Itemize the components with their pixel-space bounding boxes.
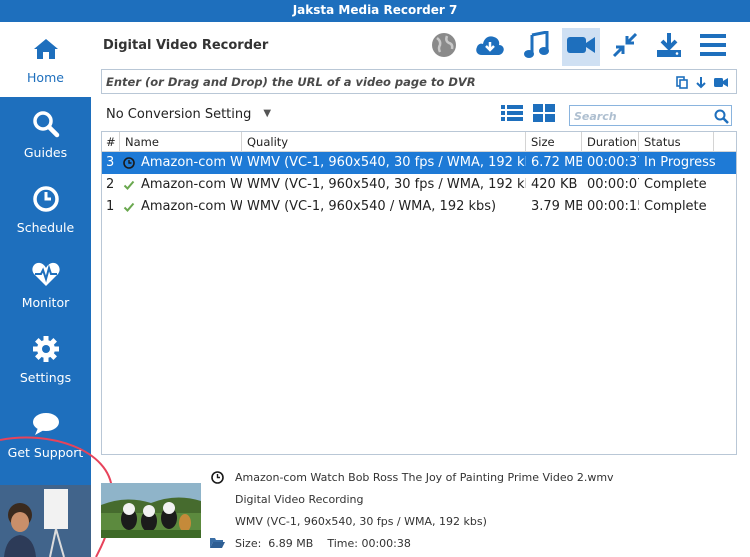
sidebar-item-label: Home: [27, 70, 64, 85]
table-header: # Name Quality Size Duration Status: [102, 132, 736, 152]
menu-button[interactable]: [694, 28, 732, 66]
check-icon: [122, 200, 136, 214]
search-box: [569, 105, 732, 126]
row-name: Amazon-com Watch Bob Ross The Joy of Pai…: [141, 177, 242, 192]
row-number: 1: [106, 199, 115, 214]
sidebar-item-settings[interactable]: Settings: [0, 322, 91, 397]
conversion-setting-value: No Conversion Setting: [106, 107, 252, 122]
row-duration: 00:00:07: [587, 177, 639, 192]
video-camera-icon[interactable]: [713, 74, 729, 90]
search-icon[interactable]: [713, 108, 729, 124]
row-size: 420 KB: [531, 177, 578, 192]
column-header-number[interactable]: #: [102, 132, 120, 152]
row-name: Amazon-com Watch Bob Ross The Joy of Pai…: [141, 155, 242, 170]
table-row[interactable]: 3 Amazon-com Watch Bob Ross The Joy of P…: [102, 152, 736, 174]
size-value: 6.89 MB: [268, 537, 314, 550]
row-name: Amazon-com Watch Bob Ross The Joy of Pai…: [141, 199, 242, 214]
gear-icon: [0, 334, 91, 364]
detail-size-time: Size: 6.89 MB Time: 00:00:38: [235, 537, 411, 550]
music-note-icon: [523, 29, 549, 64]
sidebar-item-label: Monitor: [21, 295, 70, 310]
time-value: 00:00:38: [361, 537, 411, 550]
size-label: Size:: [235, 537, 262, 550]
download-tray-icon: [655, 31, 683, 64]
row-duration: 00:00:15: [587, 199, 639, 214]
menu-icon: [699, 33, 727, 62]
sidebar-item-label: Settings: [19, 370, 72, 385]
globe-button[interactable]: [425, 28, 463, 66]
grid-view-icon: [533, 103, 555, 127]
video-recorder-button[interactable]: [562, 28, 600, 66]
page-title: Digital Video Recorder: [103, 38, 269, 53]
time-label: Time:: [327, 537, 358, 550]
compress-arrows-icon: [612, 32, 638, 63]
detail-quality: WMV (VC-1, 960x540, 30 fps / WMA, 192 kb…: [235, 515, 487, 528]
sidebar-item-label: Guides: [23, 145, 68, 160]
detail-filename: Amazon-com Watch Bob Ross The Joy of Pai…: [235, 471, 614, 484]
check-icon: [122, 178, 136, 192]
grid-view-button[interactable]: [532, 103, 556, 127]
video-thumbnail[interactable]: [101, 483, 201, 538]
conversion-setting-select[interactable]: No Conversion Setting ▼: [106, 107, 271, 122]
arrow-down-icon[interactable]: [693, 74, 709, 90]
table-row[interactable]: 2 Amazon-com Watch Bob Ross The Joy of P…: [102, 174, 736, 196]
row-number: 2: [106, 177, 115, 192]
row-size: 3.79 MB: [531, 199, 582, 214]
clock-icon: [209, 469, 225, 485]
clock-icon: [122, 156, 136, 170]
list-view-button[interactable]: [500, 104, 524, 126]
sidebar-item-schedule[interactable]: Schedule: [0, 172, 91, 247]
row-number: 3: [106, 155, 115, 170]
heart-monitor-icon: [0, 259, 91, 289]
detail-type: Digital Video Recording: [235, 493, 364, 506]
sidebar-item-label: Schedule: [16, 220, 75, 235]
table-row[interactable]: 1 Amazon-com Watch Bob Ross The Joy of P…: [102, 196, 736, 218]
search-icon: [0, 109, 91, 139]
row-quality: WMV (VC-1, 960x540, 30 fps / WMA, 192 kb…: [247, 155, 526, 170]
column-header-name[interactable]: Name: [120, 132, 242, 152]
sidebar-item-home[interactable]: Home: [0, 22, 91, 97]
cloud-download-button[interactable]: [471, 28, 509, 66]
list-view-icon: [501, 104, 523, 127]
sidebar-item-guides[interactable]: Guides: [0, 97, 91, 172]
sidebar-item-monitor[interactable]: Monitor: [0, 247, 91, 322]
column-header-duration[interactable]: Duration: [582, 132, 639, 152]
row-duration: 00:00:37: [587, 155, 639, 170]
row-quality: WMV (VC-1, 960x540 / WMA, 192 kbs): [247, 199, 497, 214]
url-bar: [101, 69, 737, 94]
row-status: Complete: [644, 177, 707, 192]
app-window: Jaksta Media Recorder 7 Home Guides Sche…: [0, 0, 750, 557]
dropdown-triangle-icon: ▼: [263, 108, 272, 119]
search-input[interactable]: [574, 108, 709, 124]
row-status: In Progress: [644, 155, 716, 170]
paste-icon[interactable]: [674, 74, 690, 90]
folder-open-icon[interactable]: [209, 535, 225, 551]
column-header-status[interactable]: Status: [639, 132, 714, 152]
recordings-table: # Name Quality Size Duration Status 3 Am…: [101, 131, 737, 455]
cloud-download-icon: [475, 33, 505, 62]
url-input[interactable]: [106, 73, 666, 91]
row-quality: WMV (VC-1, 960x540, 30 fps / WMA, 192 kb…: [247, 177, 526, 192]
downloads-button[interactable]: [650, 28, 688, 66]
row-size: 6.72 MB: [531, 155, 582, 170]
video-camera-icon: [566, 34, 596, 61]
home-icon: [0, 34, 91, 64]
row-status: Complete: [644, 199, 707, 214]
title-bar: Jaksta Media Recorder 7: [0, 0, 750, 22]
clock-icon: [0, 184, 91, 214]
music-button[interactable]: [517, 28, 555, 66]
compact-mode-button[interactable]: [606, 28, 644, 66]
column-header-quality[interactable]: Quality: [242, 132, 526, 152]
globe-icon: [431, 32, 457, 63]
column-header-size[interactable]: Size: [526, 132, 582, 152]
